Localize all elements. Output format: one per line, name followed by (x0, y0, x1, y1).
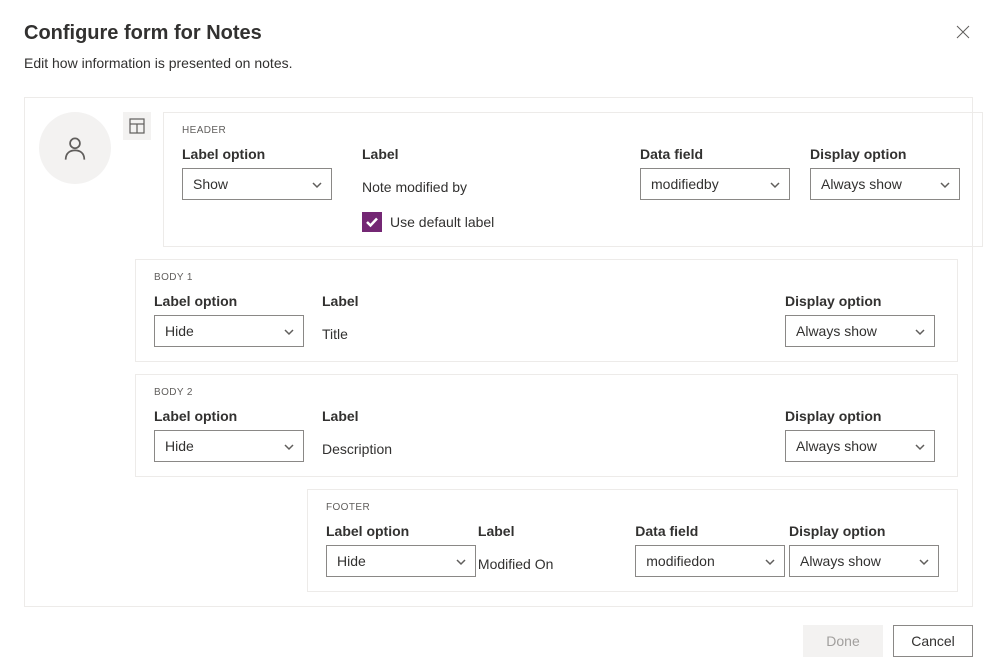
footer-label-value: Modified On (478, 545, 635, 577)
footer-datafield-label: Data field (635, 523, 789, 539)
body1-label-option-label: Label option (154, 293, 322, 309)
header-label-option-label: Label option (182, 146, 362, 162)
footer-displayopt-value: Always show (800, 553, 881, 569)
body1-displayopt-select[interactable]: Always show (785, 315, 935, 347)
header-label-value: Note modified by (362, 168, 640, 200)
use-default-label-checkbox[interactable] (362, 212, 382, 232)
body1-displayopt-value: Always show (796, 323, 877, 339)
body1-label-option-select[interactable]: Hide (154, 315, 304, 347)
person-icon (61, 134, 89, 162)
use-default-label-text: Use default label (390, 214, 494, 230)
body2-label-value: Description (322, 430, 622, 462)
chevron-down-icon (914, 325, 926, 337)
header-displayopt-label: Display option (810, 146, 964, 162)
dialog-subtitle: Edit how information is presented on not… (24, 55, 973, 71)
chevron-down-icon (769, 178, 781, 190)
avatar-placeholder (39, 112, 111, 184)
close-icon (956, 25, 970, 39)
body2-displayopt-label: Display option (785, 408, 939, 424)
body2-label-option-label: Label option (154, 408, 322, 424)
chevron-down-icon (914, 440, 926, 452)
chevron-down-icon (311, 178, 323, 190)
chevron-down-icon (764, 555, 776, 567)
checkmark-icon (365, 215, 379, 229)
footer-label-label: Label (478, 523, 635, 539)
footer-datafield-select[interactable]: modifiedon (635, 545, 785, 577)
body1-label-value: Title (322, 315, 622, 347)
header-datafield-select[interactable]: modifiedby (640, 168, 790, 200)
footer-displayopt-label: Display option (789, 523, 939, 539)
body2-label-option-select[interactable]: Hide (154, 430, 304, 462)
main-panel: HEADER Label option Show Label Note modi… (24, 97, 973, 607)
body1-label-option-value: Hide (165, 323, 194, 339)
layout-icon (129, 118, 145, 134)
header-displayopt-value: Always show (821, 176, 902, 192)
header-datafield-value: modifiedby (651, 176, 719, 192)
cancel-button[interactable]: Cancel (893, 625, 973, 657)
body2-displayopt-value: Always show (796, 438, 877, 454)
header-label-option-select[interactable]: Show (182, 168, 332, 200)
section-body2-label: BODY 2 (154, 387, 939, 398)
footer-displayopt-select[interactable]: Always show (789, 545, 939, 577)
body2-displayopt-select[interactable]: Always show (785, 430, 935, 462)
footer-datafield-value: modifiedon (646, 553, 715, 569)
section-body1: BODY 1 Label option Hide Label Title Dis… (135, 259, 958, 362)
footer-label-option-select[interactable]: Hide (326, 545, 476, 577)
section-body2: BODY 2 Label option Hide Label Descripti… (135, 374, 958, 477)
header-datafield-label: Data field (640, 146, 810, 162)
chevron-down-icon (283, 440, 295, 452)
body1-label-label: Label (322, 293, 622, 309)
chevron-down-icon (283, 325, 295, 337)
layout-toggle-button[interactable] (123, 112, 151, 140)
body2-label-option-value: Hide (165, 438, 194, 454)
section-footer: FOOTER Label option Hide Label Modified … (307, 489, 958, 592)
section-body1-label: BODY 1 (154, 272, 939, 283)
section-header: HEADER Label option Show Label Note modi… (163, 112, 983, 247)
header-label-option-value: Show (193, 176, 228, 192)
section-header-label: HEADER (182, 125, 964, 136)
header-label-label: Label (362, 146, 640, 162)
section-footer-label: FOOTER (326, 502, 939, 513)
chevron-down-icon (918, 555, 930, 567)
chevron-down-icon (455, 555, 467, 567)
close-button[interactable] (953, 22, 973, 42)
dialog-buttons: Done Cancel (24, 625, 973, 657)
header-row: HEADER Label option Show Label Note modi… (39, 112, 958, 247)
body1-displayopt-label: Display option (785, 293, 939, 309)
done-button: Done (803, 625, 883, 657)
footer-label-option-value: Hide (337, 553, 366, 569)
chevron-down-icon (939, 178, 951, 190)
header-displayopt-select[interactable]: Always show (810, 168, 960, 200)
footer-label-option-label: Label option (326, 523, 478, 539)
body2-label-label: Label (322, 408, 622, 424)
dialog-title: Configure form for Notes (24, 22, 973, 45)
